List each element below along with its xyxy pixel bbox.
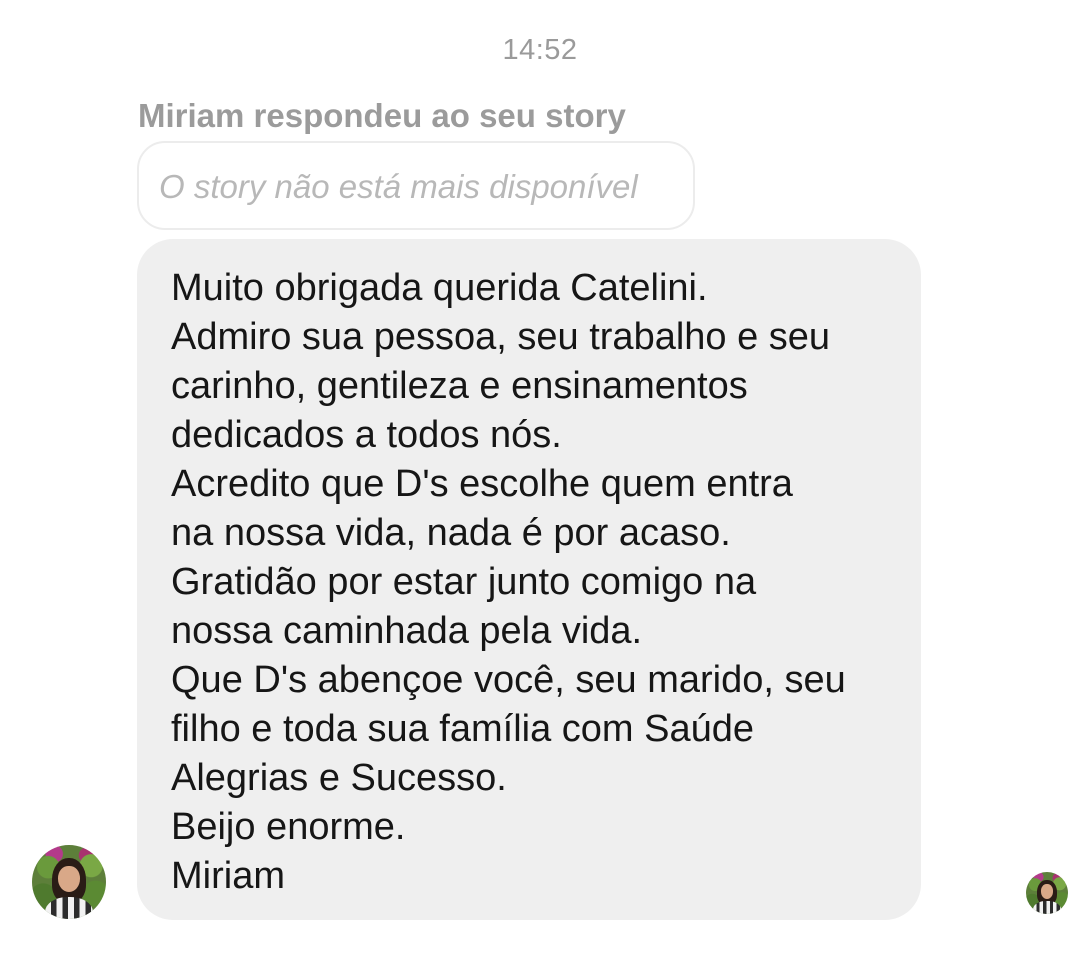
- sender-avatar[interactable]: [32, 845, 106, 919]
- story-reply-label: Miriam respondeu ao seu story: [138, 97, 626, 134]
- message-line: Que D's abençoe você, seu marido, seu: [171, 659, 846, 701]
- message-bubble[interactable]: Muito obrigada querida Catelini. Admiro …: [137, 239, 921, 920]
- story-preview[interactable]: O story não está mais disponível: [137, 141, 695, 230]
- message-timestamp: 14:52: [502, 34, 578, 66]
- message-line: Admiro sua pessoa, seu trabalho e seu: [171, 316, 831, 358]
- story-unavailable-text: O story não está mais disponível: [159, 168, 638, 205]
- message-line: na nossa vida, nada é por acaso.: [171, 512, 731, 554]
- avatar-body: [1033, 901, 1061, 914]
- avatar-body: [44, 896, 94, 919]
- message-line: dedicados a todos nós.: [171, 414, 562, 456]
- message-line: filho e toda sua família com Saúde: [171, 708, 755, 750]
- seen-receipt-avatar: [1026, 872, 1068, 914]
- avatar-face: [1040, 883, 1054, 899]
- message-text: Muito obrigada querida Catelini. Admiro …: [171, 264, 911, 901]
- message-line: Miriam: [171, 855, 285, 897]
- message-line: Gratidão por estar junto comigo na: [171, 561, 757, 603]
- message-line: Acredito que D's escolhe quem entra: [171, 463, 793, 505]
- message-line: Alegrias e Sucesso.: [171, 757, 507, 799]
- message-line: nossa caminhada pela vida.: [171, 610, 643, 652]
- message-line: carinho, gentileza e ensinamentos: [171, 365, 748, 407]
- message-line: Muito obrigada querida Catelini.: [171, 267, 708, 309]
- chat-screen: 14:52 Miriam respondeu ao seu story O st…: [0, 0, 1080, 972]
- message-line: Beijo enorme.: [171, 806, 406, 848]
